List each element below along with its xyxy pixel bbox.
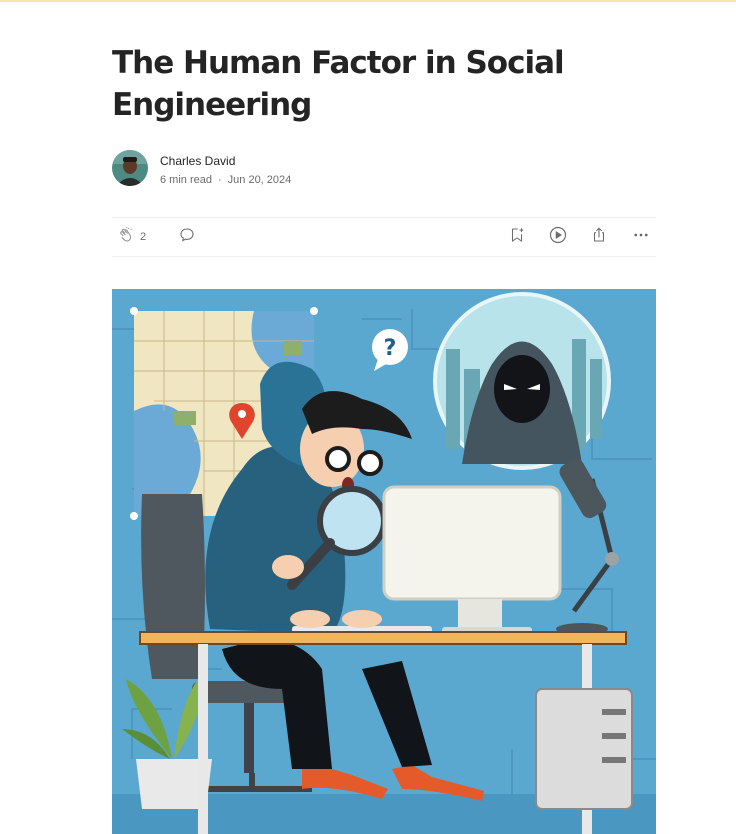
- author-byline: Charles David 6 min read · Jun 20, 2024: [112, 150, 512, 190]
- article-meta: 6 min read · Jun 20, 2024: [160, 174, 291, 186]
- comment-button[interactable]: [178, 227, 196, 247]
- share-button[interactable]: [590, 227, 608, 247]
- bookmark-add-icon: [508, 226, 526, 249]
- read-time: 6 min read: [160, 174, 212, 186]
- more-button[interactable]: [632, 227, 650, 247]
- comment-icon: [178, 226, 196, 249]
- clap-count: 2: [140, 231, 147, 243]
- more-horizontal-icon: [632, 226, 650, 249]
- author-name[interactable]: Charles David: [160, 154, 235, 168]
- listen-button[interactable]: [548, 225, 568, 250]
- top-progress-accent: [0, 0, 736, 2]
- publish-date: Jun 20, 2024: [227, 174, 292, 186]
- article-title: The Human Factor in Social Engineering: [112, 45, 565, 123]
- meta-separator: ·: [217, 174, 222, 186]
- play-circle-icon: [548, 225, 568, 250]
- hero-illustration: ?: [112, 289, 656, 834]
- author-avatar[interactable]: [112, 150, 148, 186]
- share-icon: [590, 226, 608, 249]
- save-button[interactable]: [508, 227, 526, 247]
- clap-button[interactable]: 2: [118, 226, 147, 249]
- article-action-bar: 2: [112, 217, 656, 257]
- clap-icon: [118, 226, 136, 249]
- svg-text:?: ?: [384, 336, 397, 361]
